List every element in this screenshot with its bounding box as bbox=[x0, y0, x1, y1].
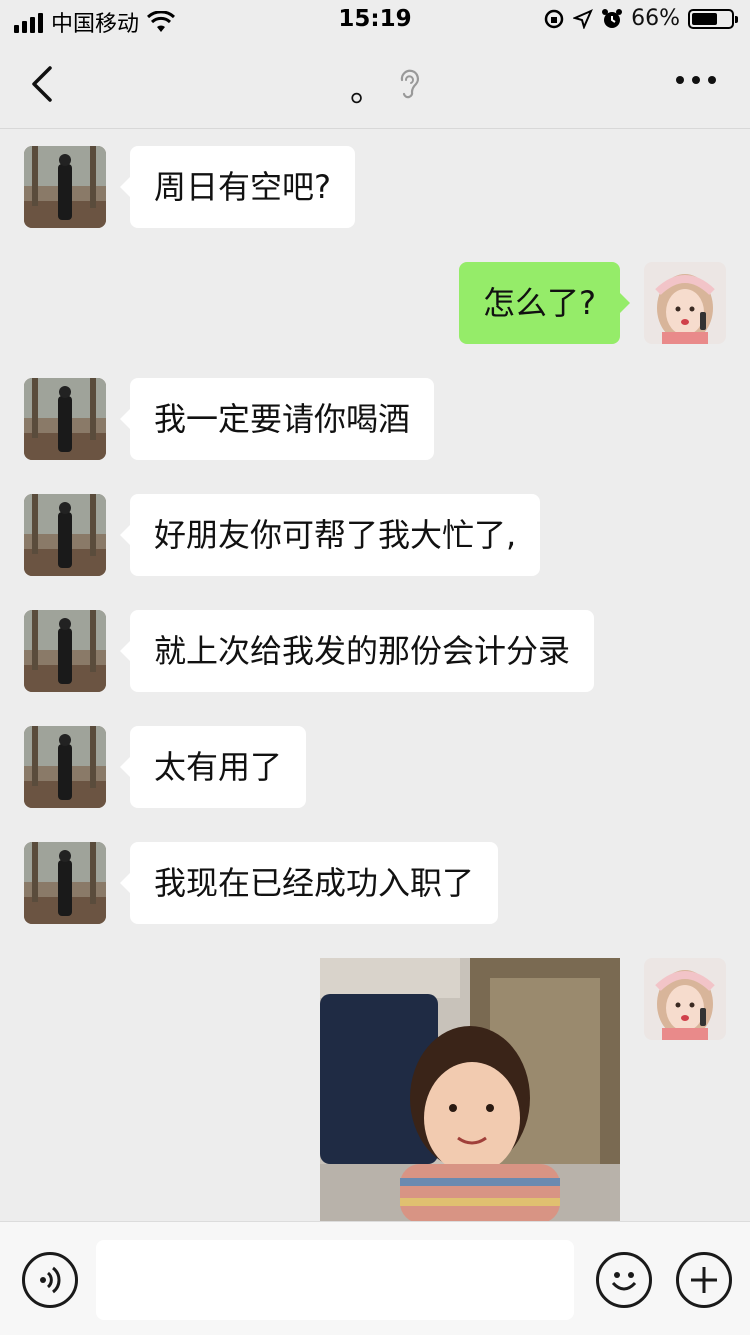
input-bar bbox=[0, 1221, 750, 1335]
my-avatar[interactable] bbox=[644, 958, 726, 1040]
more-dots-icon[interactable] bbox=[676, 76, 716, 84]
status-bar: 中国移动 15:19 66% bbox=[0, 0, 750, 40]
message-bubble-in[interactable]: 太有用了 bbox=[119, 726, 307, 808]
message-bubble-in[interactable]: 好朋友你可帮了我大忙了, bbox=[119, 494, 541, 576]
my-avatar[interactable] bbox=[644, 262, 726, 344]
message-bubble-in[interactable]: 就上次给我发的那份会计分录 bbox=[119, 610, 595, 692]
ear-icon bbox=[400, 69, 419, 99]
avatar[interactable] bbox=[24, 146, 106, 228]
message-bubble-in[interactable]: 周日有空吧? bbox=[120, 146, 355, 228]
voice-icon[interactable] bbox=[22, 1252, 78, 1308]
emoji-icon[interactable] bbox=[596, 1252, 652, 1308]
message-list[interactable]: 周日有空吧? 怎么了? 我一定要请你喝酒 好朋友你可帮了我大忙了, 就上次给我发… bbox=[0, 129, 750, 1221]
message-bubble-out[interactable]: 怎么了? bbox=[459, 262, 630, 344]
battery-icon bbox=[688, 8, 738, 29]
chat-header: 。 bbox=[0, 40, 750, 129]
avatar[interactable] bbox=[24, 842, 106, 924]
message-input[interactable] bbox=[96, 1240, 574, 1320]
photo-sticker[interactable] bbox=[320, 958, 620, 1221]
orientation-lock-icon bbox=[544, 9, 564, 28]
avatar[interactable] bbox=[24, 726, 106, 808]
message-bubble-in[interactable]: 我一定要请你喝酒 bbox=[119, 378, 435, 460]
battery-percent: 66% bbox=[631, 6, 680, 31]
message-bubble-in[interactable]: 我现在已经成功入职了 bbox=[119, 842, 499, 924]
alarm-icon bbox=[602, 8, 623, 28]
avatar[interactable] bbox=[24, 494, 106, 576]
avatar[interactable] bbox=[24, 378, 106, 460]
chat-title: 。 bbox=[350, 70, 384, 110]
location-icon bbox=[573, 8, 594, 29]
plus-icon[interactable] bbox=[676, 1252, 732, 1308]
chevron-left-icon[interactable] bbox=[24, 62, 64, 106]
avatar[interactable] bbox=[24, 610, 106, 692]
